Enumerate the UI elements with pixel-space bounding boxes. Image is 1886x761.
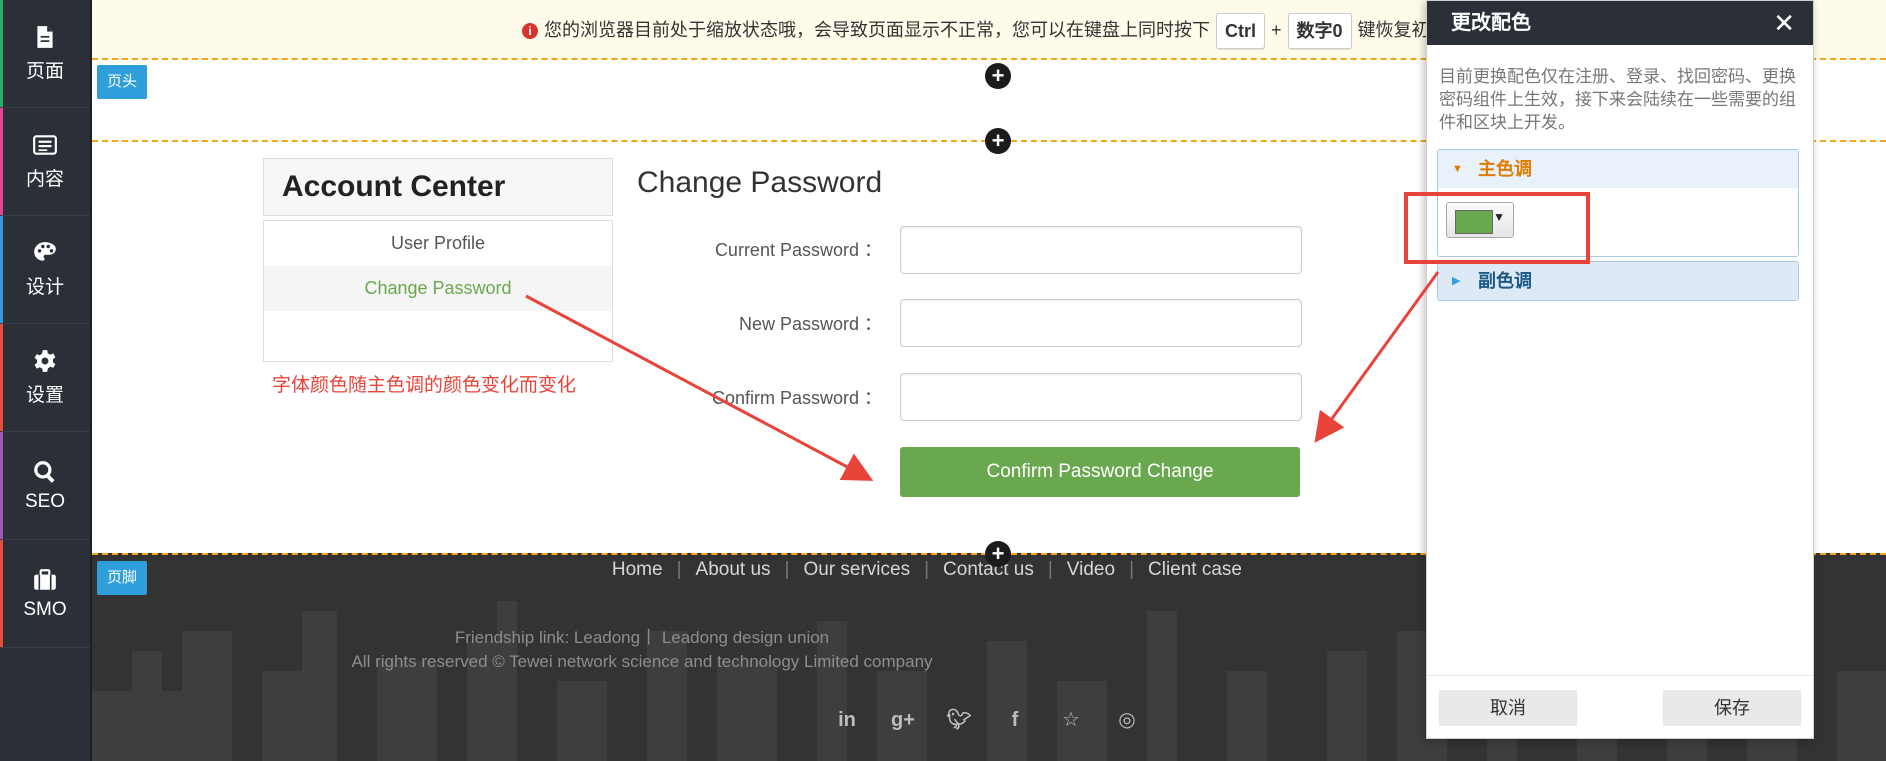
footer-link-client-case[interactable]: Client case [1148,559,1242,580]
secondary-color-label: 副色调 [1478,271,1532,291]
active-indicator [0,108,3,215]
primary-color-header[interactable]: ▼ 主色调 [1438,150,1798,188]
add-section-button[interactable]: + [985,541,1011,567]
google-plus-icon[interactable]: g+ [888,705,918,735]
gear-icon [34,350,56,372]
footer-nav: Home | About us | Our services | Contact us | Vi… [92,559,1242,581]
weibo-icon[interactable]: ◎ [1112,705,1142,735]
briefcase-icon [34,568,56,590]
sidebar-item-design[interactable]: 设计 [0,216,90,324]
account-menu: User Profile Change Password [263,220,613,362]
sidebar-item-label: SMO [23,598,67,620]
footer-link-home[interactable]: Home [612,559,663,580]
secondary-color-panel: ▶ 副色调 [1437,261,1799,301]
sidebar-item-settings[interactable]: 设置 [0,324,90,432]
save-button[interactable]: 保存 [1663,690,1801,726]
linkedin-icon[interactable]: in [832,705,862,735]
sidebar-item-smo[interactable]: SMO [0,540,90,648]
annotation-note: 字体颜色随主色调的颜色变化而变化 [272,374,577,396]
active-indicator [0,432,3,539]
account-center-title: Account Center [263,158,613,216]
separator: | [784,559,790,580]
new-password-label: New Password ： [738,314,882,334]
warning-text: 您的浏览器目前处于缩放状态哦，会导致页面显示不正常，您可以在键盘上同时按下 [544,20,1210,40]
separator: | [1047,559,1053,580]
confirm-password-input[interactable] [900,373,1302,421]
copyright-text: All rights reserved © Tewei network scie… [351,652,933,671]
sidebar-item-page[interactable]: 页面 [0,0,90,108]
sidebar-item-label: 设计 [25,277,64,298]
social-links: in g+ 🐦︎ f ☆ ◎ [832,705,1142,735]
confirm-password-change-button[interactable]: Confirm Password Change [900,447,1300,497]
triangle-down-icon: ▼ [1452,163,1463,175]
current-password-input[interactable] [900,226,1302,274]
add-section-button[interactable]: + [985,63,1011,89]
primary-color-label: 主色调 [1478,159,1532,179]
active-indicator [0,540,3,647]
dialog-header: 更改配色 ✕ [1427,1,1813,45]
header-section-tag[interactable]: 页头 [97,65,148,99]
menu-item-user-profile[interactable]: User Profile [264,221,612,266]
active-indicator [0,324,3,431]
friendship-links[interactable]: Friendship link: Leadong丨 Leadong design… [92,623,1192,648]
page-icon [37,26,53,48]
footer-link-video[interactable]: Video [1067,559,1115,580]
separator: | [1129,559,1134,580]
palette-icon [34,242,56,261]
add-section-button[interactable]: + [985,128,1011,154]
account-center-panel: Account Center User Profile Change Passw… [263,158,613,362]
list-icon [33,135,57,155]
sidebar-item-label: 内容 [25,169,64,190]
secondary-color-header[interactable]: ▶ 副色调 [1438,262,1798,300]
active-indicator [0,216,3,323]
active-indicator [0,0,3,107]
info-icon: i [522,23,538,39]
confirm-password-label: Confirm Password ： [711,388,882,408]
triangle-right-icon: ▶ [1452,275,1461,287]
plus-sign: + [1271,20,1282,40]
annotation-highlight-box [1404,192,1590,264]
sidebar-item-seo[interactable]: SEO [0,432,90,540]
separator: | [924,559,930,580]
star-icon[interactable]: ☆ [1056,705,1086,735]
form-title: Change Password [637,166,883,199]
dialog-description: 目前更换配色仅在注册、登录、找回密码、更换密码组件上生效，接下来会陆续在一些需要… [1439,67,1796,132]
sidebar-item-label: 设置 [25,385,64,406]
close-icon[interactable]: ✕ [1773,1,1795,45]
facebook-icon[interactable]: f [1000,705,1030,735]
footer-link-about[interactable]: About us [696,559,771,580]
change-color-dialog: 更改配色 ✕ 目前更换配色仅在注册、登录、找回密码、更换密码组件上生效，接下来会… [1426,0,1814,739]
footer-link-services[interactable]: Our services [803,559,910,580]
dialog-footer: 取消 保存 [1427,675,1813,738]
new-password-input[interactable] [900,299,1302,347]
key-ctrl: Ctrl [1216,13,1265,50]
cancel-button[interactable]: 取消 [1439,690,1577,726]
sidebar-item-content[interactable]: 内容 [0,108,90,216]
separator: | [676,559,682,580]
dialog-title: 更改配色 [1451,12,1531,34]
sidebar-item-label: SEO [24,490,66,512]
left-sidebar: 页面 内容 设计 设置 SEO SMO [0,0,92,761]
search-icon [34,460,55,483]
current-password-label: Current Password ： [714,240,882,260]
sidebar-item-label: 页面 [25,61,64,82]
footer-section-tag[interactable]: 页脚 [97,561,148,595]
key-zero: 数字0 [1287,13,1352,50]
twitter-icon[interactable]: 🐦︎ [944,705,974,735]
menu-item-change-password[interactable]: Change Password [264,266,612,311]
